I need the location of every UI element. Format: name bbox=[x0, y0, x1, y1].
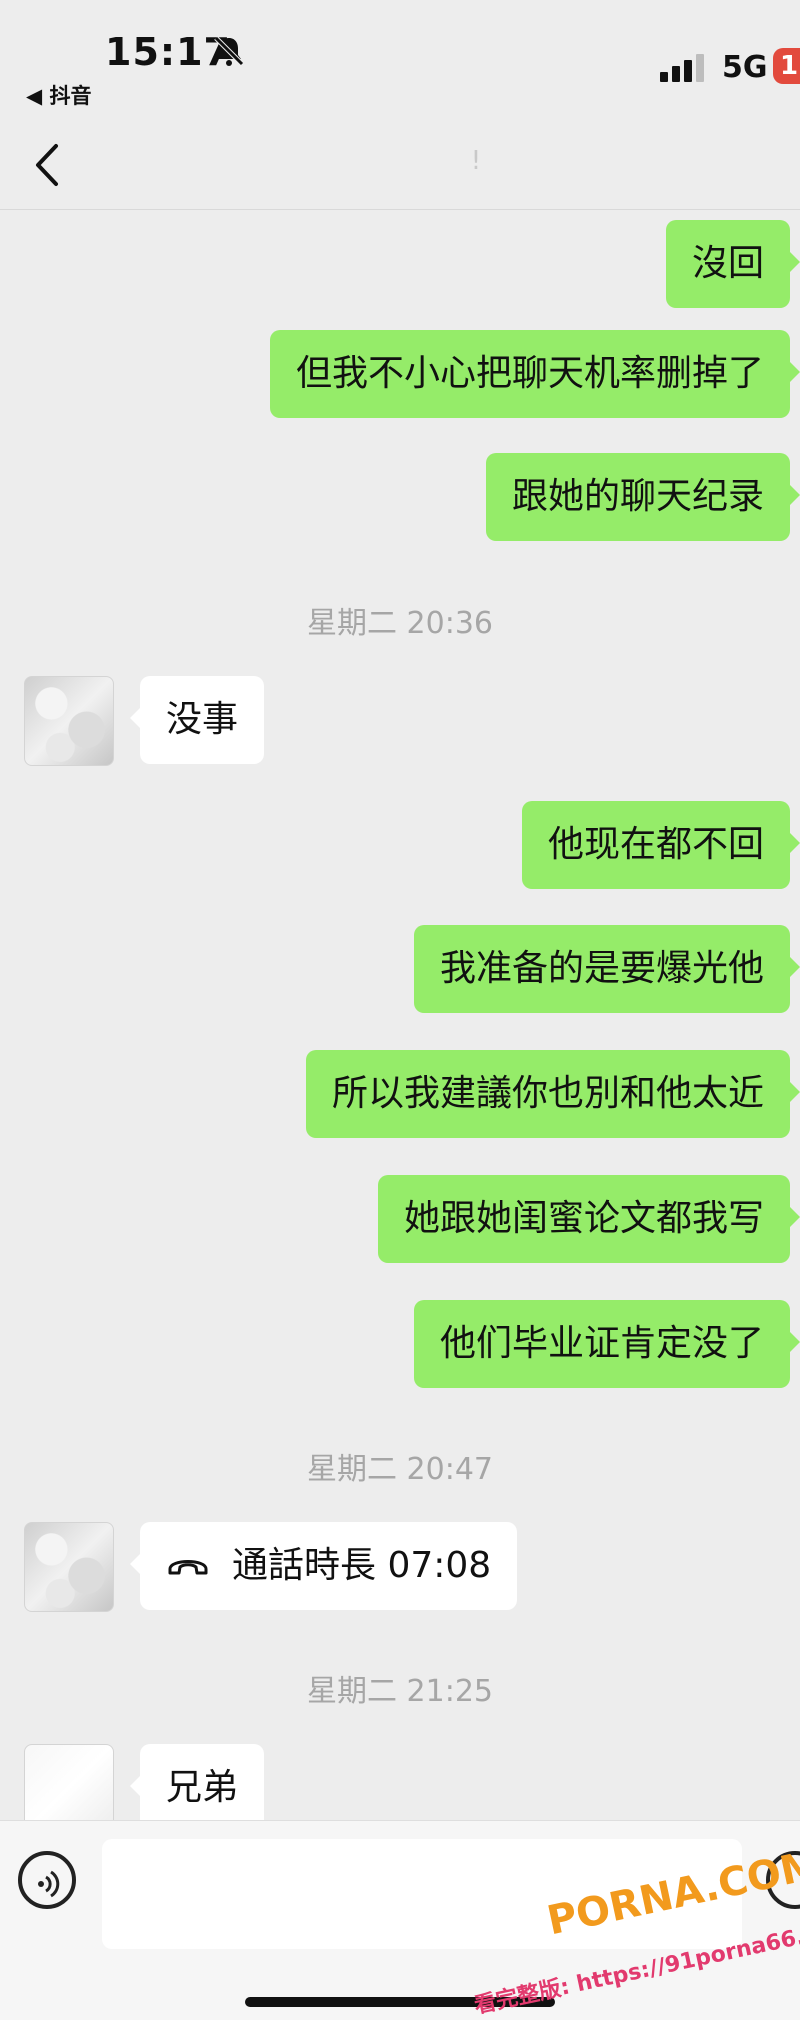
phone-hangup-icon bbox=[168, 1560, 208, 1575]
call-duration-text: 通話時長 07:08 bbox=[232, 1545, 492, 1586]
call-record-message[interactable]: 通話時長 07:08 bbox=[129, 1522, 518, 1610]
voice-wave-icon bbox=[38, 1870, 60, 1898]
outgoing-message[interactable]: 她跟她闺蜜论文都我写 bbox=[377, 1175, 800, 1263]
back-arrow-icon[interactable] bbox=[30, 140, 64, 190]
message-timestamp: 星期二 20:36 bbox=[307, 606, 493, 641]
outgoing-message[interactable]: 我准备的是要爆光他 bbox=[413, 925, 800, 1013]
voice-input-icon[interactable] bbox=[18, 1851, 76, 1909]
incoming-message[interactable]: 没事 bbox=[129, 676, 265, 764]
chat-header: ! bbox=[0, 120, 800, 210]
back-to-app-link[interactable]: ◀ 抖音 bbox=[26, 80, 91, 110]
message-timestamp: 星期二 21:25 bbox=[307, 1674, 493, 1709]
outgoing-message[interactable]: 他们毕业证肯定没了 bbox=[413, 1300, 800, 1388]
avatar[interactable] bbox=[24, 676, 114, 766]
input-bar bbox=[0, 1820, 800, 2020]
contact-name[interactable]: ! bbox=[396, 146, 556, 180]
mute-bell-icon bbox=[214, 36, 244, 66]
incoming-message[interactable]: 兄弟 bbox=[129, 1744, 265, 1832]
signal-icon bbox=[660, 54, 704, 82]
outgoing-message[interactable]: 他现在都不回 bbox=[521, 801, 800, 889]
outgoing-message[interactable]: 所以我建議你也別和他太近 bbox=[305, 1050, 800, 1138]
outgoing-message[interactable]: 跟她的聊天纪录 bbox=[485, 453, 800, 541]
network-type: 5G bbox=[722, 50, 768, 85]
status-bar: 15:17 ◀ 抖音 5G 1 bbox=[0, 0, 800, 120]
avatar[interactable] bbox=[24, 1522, 114, 1612]
message-timestamp: 星期二 20:47 bbox=[307, 1452, 493, 1487]
battery-badge: 1 bbox=[773, 48, 800, 84]
outgoing-message[interactable]: 但我不小心把聊天机率删掉了 bbox=[269, 330, 800, 418]
outgoing-message[interactable]: 沒回 bbox=[665, 220, 800, 308]
